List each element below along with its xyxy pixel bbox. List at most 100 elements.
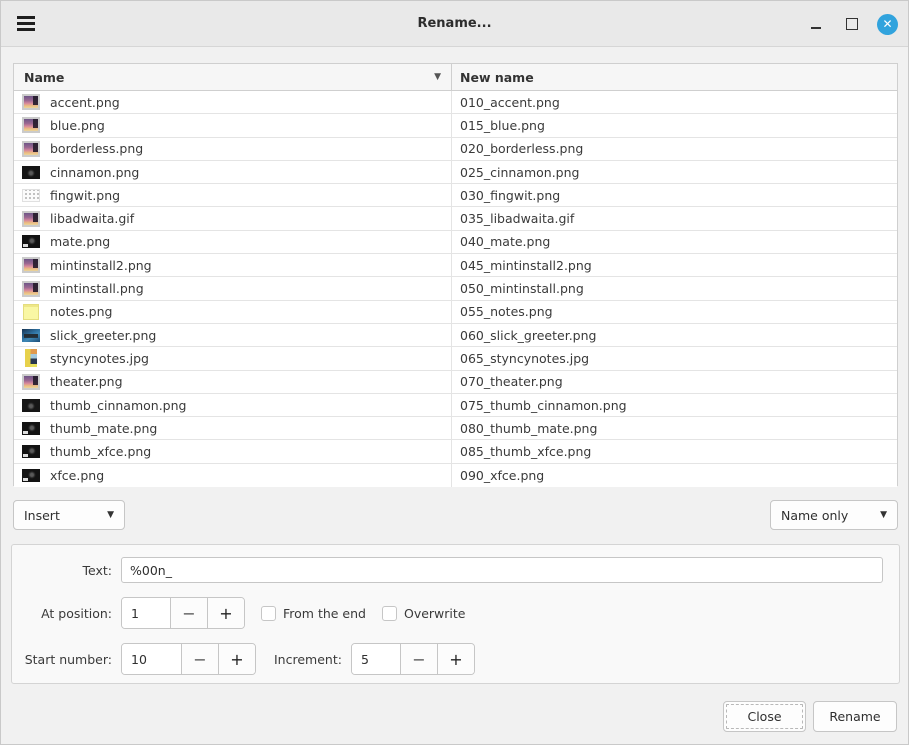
table-row[interactable]: styncynotes.jpg 065_styncynotes.jpg (14, 347, 897, 370)
text-label: Text: (12, 563, 112, 578)
file-name: slick_greeter.png (50, 328, 156, 343)
at-position-value[interactable]: 1 (122, 598, 170, 628)
from-the-end-checkbox[interactable]: From the end (261, 606, 366, 621)
file-thumbnail-icon (22, 422, 40, 435)
close-button[interactable]: Close (723, 701, 806, 732)
text-option-row: Text: (12, 557, 883, 583)
file-thumbnail-wrap (20, 94, 42, 110)
file-new-name-cell: 065_styncynotes.jpg (452, 351, 897, 366)
file-thumbnail-icon (22, 166, 40, 179)
column-header-new-name[interactable]: New name (452, 64, 897, 90)
increment-value[interactable]: 5 (352, 644, 400, 674)
file-name: blue.png (50, 118, 105, 133)
rename-button[interactable]: Rename (813, 701, 897, 732)
file-name: notes.png (50, 304, 112, 319)
file-thumbnail-wrap (20, 281, 42, 297)
file-name-cell: theater.png (14, 371, 452, 393)
column-header-new-name-label: New name (460, 70, 534, 85)
file-thumbnail-wrap (20, 445, 42, 458)
table-row[interactable]: notes.png 055_notes.png (14, 301, 897, 324)
table-row[interactable]: thumb_mate.png 080_thumb_mate.png (14, 417, 897, 440)
operation-dropdown[interactable]: Insert ▼ (13, 500, 125, 530)
file-name-cell: mate.png (14, 231, 452, 253)
table-row[interactable]: libadwaita.gif 035_libadwaita.gif (14, 207, 897, 230)
file-new-name: 035_libadwaita.gif (460, 211, 574, 226)
checkbox-icon (382, 606, 397, 621)
file-thumbnail-icon (23, 304, 39, 320)
file-name: fingwit.png (50, 188, 120, 203)
table-row[interactable]: cinnamon.png 025_cinnamon.png (14, 161, 897, 184)
file-thumbnail-wrap (20, 166, 42, 179)
from-the-end-label: From the end (283, 606, 366, 621)
scope-dropdown[interactable]: Name only ▼ (770, 500, 898, 530)
file-thumbnail-wrap (20, 235, 42, 248)
file-new-name: 060_slick_greeter.png (460, 328, 596, 343)
table-row[interactable]: xfce.png 090_xfce.png (14, 464, 897, 487)
file-new-name-cell: 030_fingwit.png (452, 188, 897, 203)
rename-dialog-window: Rename... ✕ Name ▼ New name accent.png (0, 0, 909, 745)
file-thumbnail-wrap (20, 211, 42, 227)
file-thumbnail-wrap (20, 189, 42, 202)
file-new-name-cell: 060_slick_greeter.png (452, 328, 897, 343)
file-new-name: 070_theater.png (460, 374, 563, 389)
table-row[interactable]: thumb_xfce.png 085_thumb_xfce.png (14, 440, 897, 463)
start-number-plus-button[interactable]: + (218, 644, 255, 674)
table-row[interactable]: mintinstall.png 050_mintinstall.png (14, 277, 897, 300)
column-header-name[interactable]: Name ▼ (14, 64, 452, 90)
file-name: accent.png (50, 95, 120, 110)
table-row[interactable]: fingwit.png 030_fingwit.png (14, 184, 897, 207)
table-row[interactable]: blue.png 015_blue.png (14, 114, 897, 137)
window-controls: ✕ (805, 1, 898, 47)
checkbox-icon (261, 606, 276, 621)
file-new-name-cell: 010_accent.png (452, 95, 897, 110)
file-name-cell: styncynotes.jpg (14, 347, 452, 369)
overwrite-checkbox[interactable]: Overwrite (382, 606, 466, 621)
menu-icon[interactable] (17, 16, 35, 31)
file-new-name: 050_mintinstall.png (460, 281, 584, 296)
file-thumbnail-icon (22, 94, 40, 110)
at-position-plus-button[interactable]: + (207, 598, 244, 628)
file-name-cell: fingwit.png (14, 184, 452, 206)
file-new-name: 065_styncynotes.jpg (460, 351, 589, 366)
table-row[interactable]: mate.png 040_mate.png (14, 231, 897, 254)
table-row[interactable]: borderless.png 020_borderless.png (14, 138, 897, 161)
file-new-name: 045_mintinstall2.png (460, 258, 592, 273)
increment-plus-button[interactable]: + (437, 644, 474, 674)
file-thumbnail-wrap (20, 304, 42, 320)
file-name-cell: accent.png (14, 91, 452, 113)
table-row[interactable]: theater.png 070_theater.png (14, 371, 897, 394)
file-new-name-cell: 055_notes.png (452, 304, 897, 319)
close-window-button[interactable]: ✕ (877, 14, 898, 35)
minimize-button[interactable] (805, 13, 827, 35)
start-number-value[interactable]: 10 (122, 644, 181, 674)
table-row[interactable]: accent.png 010_accent.png (14, 91, 897, 114)
file-new-name: 010_accent.png (460, 95, 560, 110)
file-new-name: 075_thumb_cinnamon.png (460, 398, 627, 413)
file-thumbnail-icon (22, 399, 40, 412)
table-row[interactable]: mintinstall2.png 045_mintinstall2.png (14, 254, 897, 277)
titlebar: Rename... ✕ (1, 1, 908, 47)
file-new-name-cell: 045_mintinstall2.png (452, 258, 897, 273)
file-name-cell: thumb_cinnamon.png (14, 394, 452, 416)
at-position-minus-button[interactable]: − (170, 598, 207, 628)
file-thumbnail-wrap (20, 141, 42, 157)
column-header-name-label: Name (24, 70, 64, 85)
text-input[interactable] (121, 557, 883, 583)
file-name: borderless.png (50, 141, 143, 156)
chevron-down-icon: ▼ (880, 510, 887, 520)
numbering-row: Start number: 10 − + Increment: 5 − + (12, 643, 475, 675)
file-name-cell: slick_greeter.png (14, 324, 452, 346)
file-new-name: 080_thumb_mate.png (460, 421, 597, 436)
increment-minus-button[interactable]: − (400, 644, 437, 674)
file-new-name: 085_thumb_xfce.png (460, 444, 591, 459)
start-number-stepper: 10 − + (121, 643, 256, 675)
file-table-body: accent.png 010_accent.png blue.png 015_b… (14, 91, 897, 487)
table-row[interactable]: slick_greeter.png 060_slick_greeter.png (14, 324, 897, 347)
file-thumbnail-icon (22, 211, 40, 227)
file-new-name: 090_xfce.png (460, 468, 544, 483)
maximize-button[interactable] (841, 13, 863, 35)
file-new-name-cell: 085_thumb_xfce.png (452, 444, 897, 459)
file-thumbnail-wrap (20, 469, 42, 482)
table-row[interactable]: thumb_cinnamon.png 075_thumb_cinnamon.pn… (14, 394, 897, 417)
start-number-minus-button[interactable]: − (181, 644, 218, 674)
